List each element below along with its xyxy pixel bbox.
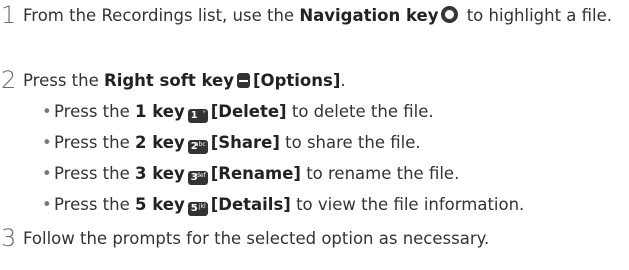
- bullet-item-delete: • Press the 1 key 1 ° [Delete] to delete the…: [42, 98, 627, 125]
- key-label: 5 key: [135, 195, 185, 214]
- bullet-item-rename: • Press the 3 key 3 def [Rename] to rename t…: [42, 160, 627, 187]
- bullet-item-share: • Press the 2 key 2 abc [Share] to share the…: [42, 129, 627, 156]
- number-2-key-icon: 2 abc: [187, 140, 208, 154]
- step-text: Follow the prompts for the selected opti…: [23, 229, 490, 248]
- number-1-key-icon: 1 °: [187, 109, 208, 123]
- key-label: 2 key: [135, 133, 185, 152]
- options-label: [Options]: [253, 71, 341, 90]
- step-number: 2: [1, 66, 17, 94]
- bullet-icon: •: [42, 133, 52, 152]
- navigation-key-label: Navigation key: [299, 6, 439, 25]
- step-text: Press the Right soft key [Options].: [23, 71, 346, 90]
- action-label: [Rename]: [210, 164, 301, 183]
- step-number: 3: [1, 224, 17, 252]
- step-3: 3 Follow the prompts for the selected op…: [0, 225, 627, 252]
- action-label: [Delete]: [210, 102, 287, 121]
- key-label: 3 key: [135, 164, 185, 183]
- bullet-icon: •: [42, 195, 52, 214]
- action-label: [Share]: [210, 133, 280, 152]
- action-label: [Details]: [210, 195, 291, 214]
- number-5-key-icon: 5 jkl: [187, 202, 208, 216]
- step-text: From the Recordings list, use the Naviga…: [23, 6, 613, 25]
- bullet-item-details: • Press the 5 key 5 jkl [Details] to view th…: [42, 191, 627, 218]
- step-number: 1: [1, 1, 17, 29]
- right-soft-key-icon: [237, 73, 250, 88]
- bullet-icon: •: [42, 102, 52, 121]
- key-label: 1 key: [135, 102, 185, 121]
- step-2: 2 Press the Right soft key [Options].: [0, 67, 627, 94]
- number-3-key-icon: 3 def: [187, 171, 208, 185]
- bullet-icon: •: [42, 164, 52, 183]
- step-1: 1 From the Recordings list, use the Navi…: [0, 2, 627, 29]
- navigation-key-icon: [441, 6, 459, 23]
- right-soft-key-label: Right soft key: [104, 71, 234, 90]
